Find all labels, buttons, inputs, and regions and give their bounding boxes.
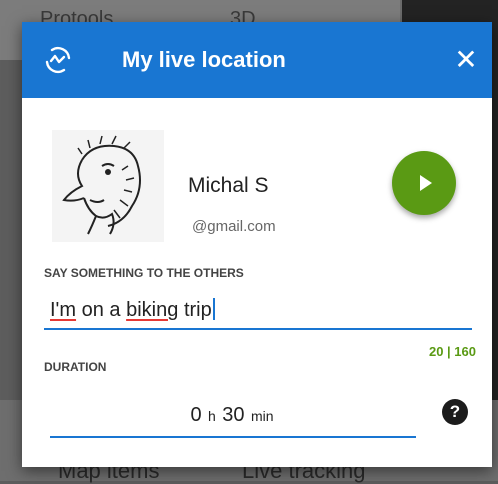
close-icon: ✕ xyxy=(454,44,478,75)
close-button[interactable]: ✕ xyxy=(450,42,482,78)
text-cursor xyxy=(212,298,215,320)
duration-label: DURATION xyxy=(44,360,107,374)
dialog-title: My live location xyxy=(122,47,286,72)
user-name: Michal S xyxy=(188,174,269,197)
live-location-dialog: My live location ✕ Michal S @gmail.com S… xyxy=(22,22,492,467)
play-icon xyxy=(420,175,432,191)
message-input[interactable]: I'm on a biking trip xyxy=(44,292,472,330)
user-email: @gmail.com xyxy=(192,218,276,235)
start-sharing-button[interactable] xyxy=(392,151,456,215)
duration-minutes: 30 xyxy=(222,404,245,426)
message-text: I'm on a biking trip xyxy=(50,298,215,322)
message-word: on a xyxy=(81,299,121,321)
message-word: biking xyxy=(126,299,179,321)
duration-hours-unit: h xyxy=(208,408,216,424)
live-location-icon xyxy=(45,47,71,73)
duration-value: 0 h 30 min xyxy=(50,404,416,427)
message-label: SAY SOMETHING TO THE OTHERS xyxy=(44,266,244,280)
character-counter: 20 | 160 xyxy=(428,344,476,359)
message-word: I'm xyxy=(50,299,77,321)
avatar xyxy=(52,130,164,242)
duration-minutes-unit: min xyxy=(250,408,274,424)
dialog-header: My live location ✕ xyxy=(22,22,492,98)
message-word: trip xyxy=(183,299,212,321)
duration-picker[interactable]: 0 h 30 min xyxy=(50,396,416,438)
help-icon[interactable]: ? xyxy=(442,399,468,425)
duration-hours: 0 xyxy=(190,404,202,426)
